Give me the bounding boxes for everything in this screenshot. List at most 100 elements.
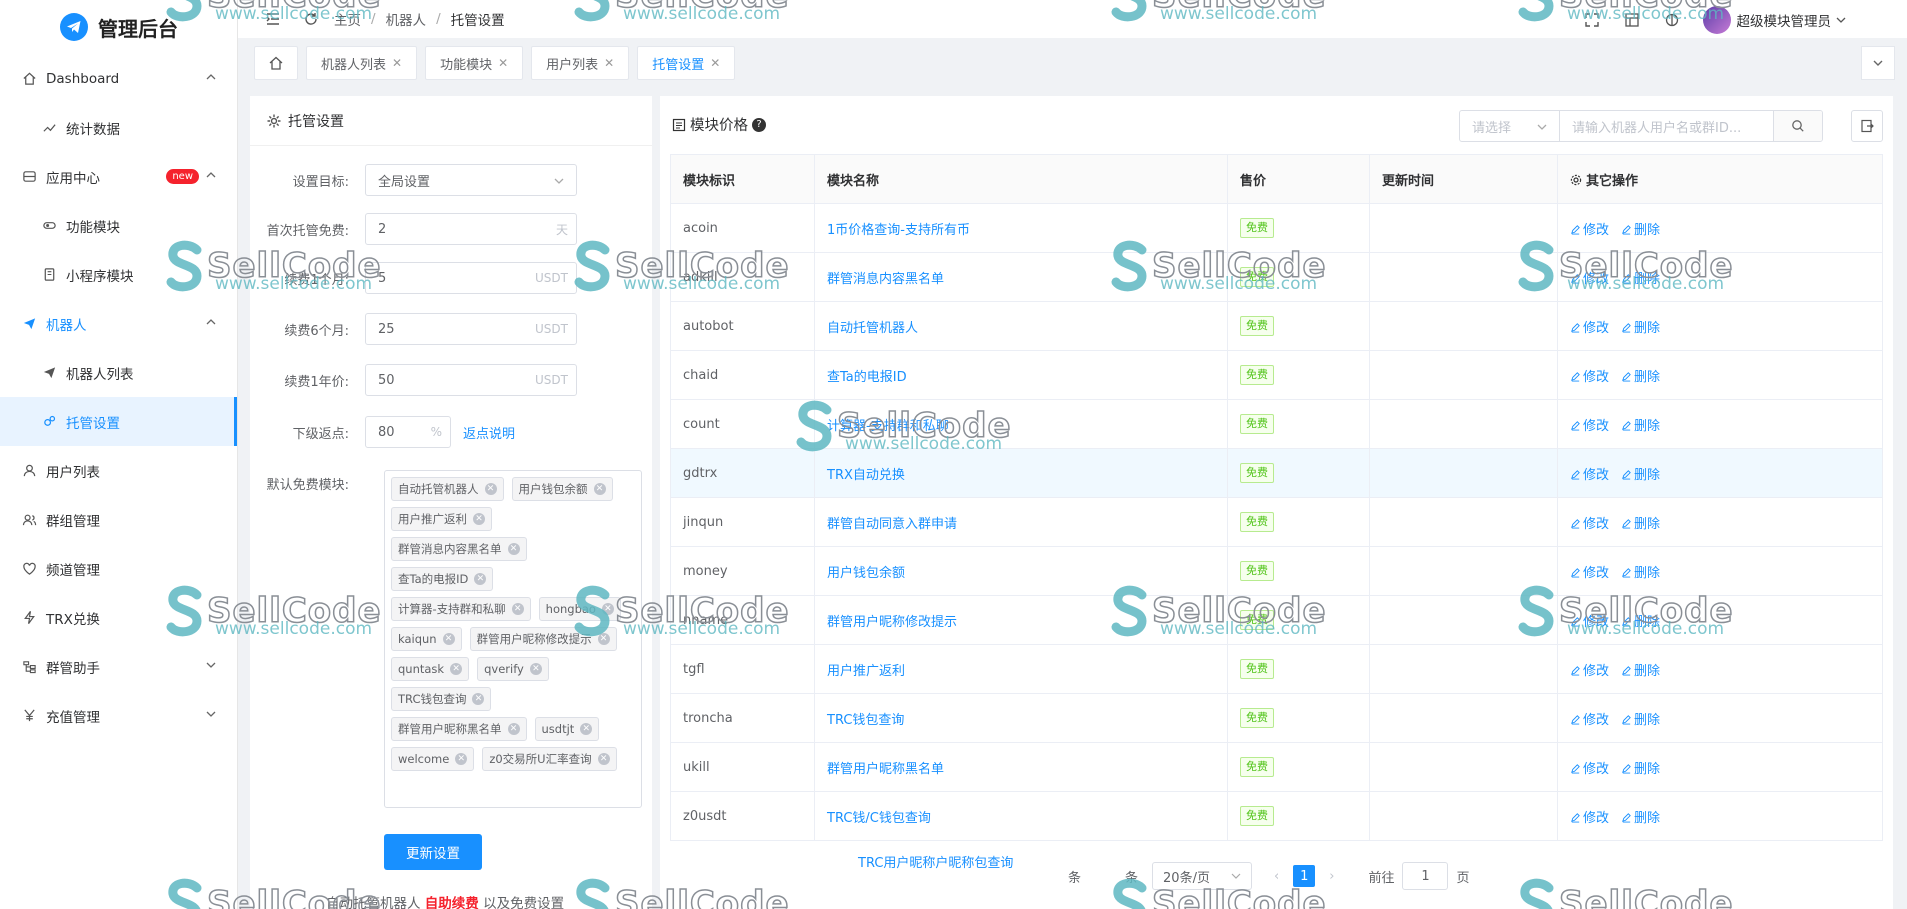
delete-button[interactable]: 删除 <box>1621 762 1660 777</box>
edit-button[interactable]: 修改 <box>1570 566 1609 581</box>
rebate-input[interactable]: 80 % <box>365 416 451 448</box>
tag-remove-icon[interactable]: ✕ <box>597 753 610 765</box>
theme-icon[interactable] <box>1663 11 1681 29</box>
delete-button[interactable]: 删除 <box>1621 566 1660 581</box>
edit-button[interactable]: 修改 <box>1570 517 1609 532</box>
delete-button[interactable]: 删除 <box>1621 468 1660 483</box>
module-name-link[interactable]: 群管自动同意入群申请 <box>827 517 957 532</box>
tag-remove-icon[interactable]: ✕ <box>507 543 520 555</box>
tag-remove-icon[interactable]: ✕ <box>450 663 463 675</box>
module-name-link[interactable]: 自动托管机器人 <box>827 321 918 336</box>
tag-remove-icon[interactable]: ✕ <box>511 603 524 615</box>
refresh-icon[interactable] <box>302 10 320 28</box>
tag-remove-icon[interactable]: ✕ <box>593 483 606 495</box>
edit-button[interactable]: 修改 <box>1570 370 1609 385</box>
sidebar-item-4[interactable]: 小程序模块 <box>0 250 237 299</box>
sidebar-item-11[interactable]: TRX兑换 <box>0 593 237 642</box>
module-name-link[interactable]: 查Ta的电报ID <box>827 370 907 385</box>
layout-icon[interactable] <box>1623 11 1641 29</box>
sidebar-item-8[interactable]: 用户列表 <box>0 446 237 495</box>
target-select[interactable]: 全局设置 <box>365 164 577 196</box>
rebate-help-link[interactable]: 返点说明 <box>463 423 515 442</box>
delete-button[interactable]: 删除 <box>1621 321 1660 336</box>
module-name-link[interactable]: 用户推广返利 <box>827 664 905 679</box>
tag-remove-icon[interactable]: ✕ <box>580 723 593 735</box>
tag-remove-icon[interactable]: ✕ <box>529 663 542 675</box>
renew-1y-input[interactable]: 50 USDT <box>365 364 577 396</box>
delete-button[interactable]: 删除 <box>1621 223 1660 238</box>
goto-input[interactable]: 1 <box>1402 862 1449 890</box>
tab-home[interactable] <box>254 46 298 80</box>
sidebar-item-2[interactable]: 应用中心 new <box>0 152 237 201</box>
edit-button[interactable]: 修改 <box>1570 811 1609 826</box>
sidebar-item-1[interactable]: 统计数据 <box>0 103 237 152</box>
page-size-select[interactable]: 20条/页 <box>1152 862 1253 890</box>
free-modules-multiselect[interactable]: 自动托管机器人 ✕ 用户钱包余额 ✕ 用户推广返利 ✕ 群管消息内容黑名单 ✕ 查Ta的电报ID… <box>384 470 642 808</box>
close-icon[interactable]: ✕ <box>604 56 614 70</box>
edit-button[interactable]: 修改 <box>1570 762 1609 777</box>
chevron-down-icon[interactable] <box>1835 11 1847 29</box>
tag-remove-icon[interactable]: ✕ <box>442 633 455 645</box>
tabs-dropdown-button[interactable] <box>1861 46 1895 80</box>
avatar[interactable] <box>1702 6 1731 34</box>
menu-fold-icon[interactable] <box>264 10 282 28</box>
update-settings-button[interactable]: 更新设置 <box>384 834 482 870</box>
close-icon[interactable]: ✕ <box>392 56 402 70</box>
close-icon[interactable]: ✕ <box>498 56 508 70</box>
module-name-link[interactable]: TRX自动兑换 <box>827 468 905 483</box>
tab-function-module[interactable]: 功能模块 ✕ <box>425 46 524 80</box>
breadcrumb-home[interactable]: 主页 <box>334 9 361 29</box>
tag-remove-icon[interactable]: ✕ <box>473 513 485 525</box>
tag-remove-icon[interactable]: ✕ <box>484 483 497 495</box>
fullscreen-icon[interactable] <box>1583 11 1601 29</box>
edit-button[interactable]: 修改 <box>1570 713 1609 728</box>
export-button[interactable] <box>1851 110 1883 142</box>
username[interactable]: 超级模块管理员 <box>1737 10 1832 30</box>
tab-hosting-settings[interactable]: 托管设置 ✕ <box>637 46 736 80</box>
sidebar-item-9[interactable]: 群组管理 <box>0 495 237 544</box>
breadcrumb-robot[interactable]: 机器人 <box>386 9 427 29</box>
tag-remove-icon[interactable]: ✕ <box>474 573 487 585</box>
tab-robot-list[interactable]: 机器人列表 ✕ <box>306 46 418 80</box>
delete-button[interactable]: 删除 <box>1621 272 1660 287</box>
first-free-input[interactable]: 2 天 <box>365 213 577 245</box>
delete-button[interactable]: 删除 <box>1621 615 1660 630</box>
tab-user-list[interactable]: 用户列表 ✕ <box>531 46 630 80</box>
search-input[interactable]: 请输入机器人用户名或群ID... <box>1560 111 1774 141</box>
sidebar-item-13[interactable]: 充值管理 <box>0 691 237 740</box>
sidebar-item-5[interactable]: 机器人 <box>0 299 237 348</box>
sidebar-item-12[interactable]: 群管助手 <box>0 642 237 691</box>
overflow-link[interactable]: TRC用户昵称户昵称包查询 <box>858 852 1013 871</box>
renew-1m-input[interactable]: 5 USDT <box>365 262 577 294</box>
filter-select[interactable]: 请选择 <box>1460 111 1560 141</box>
module-name-link[interactable]: 群管用户昵称修改提示 <box>827 615 957 630</box>
delete-button[interactable]: 删除 <box>1621 713 1660 728</box>
module-name-link[interactable]: 群管用户昵称黑名单 <box>827 762 944 777</box>
delete-button[interactable]: 删除 <box>1621 664 1660 679</box>
sidebar-item-3[interactable]: 功能模块 <box>0 201 237 250</box>
tag-remove-icon[interactable]: ✕ <box>597 633 610 645</box>
edit-button[interactable]: 修改 <box>1570 223 1609 238</box>
tag-remove-icon[interactable]: ✕ <box>507 723 520 735</box>
logo[interactable]: 管理后台 <box>0 0 237 54</box>
delete-button[interactable]: 删除 <box>1621 419 1660 434</box>
close-icon[interactable]: ✕ <box>710 56 720 70</box>
sidebar-item-10[interactable]: 频道管理 <box>0 544 237 593</box>
module-name-link[interactable]: 1币价格查询-支持所有币 <box>827 223 970 238</box>
prev-page-icon[interactable]: ‹ <box>1274 869 1279 884</box>
module-name-link[interactable]: TRC钱包查询 <box>827 713 904 728</box>
tag-remove-icon[interactable]: ✕ <box>472 693 485 705</box>
next-page-icon[interactable]: › <box>1329 869 1334 884</box>
module-name-link[interactable]: 计算器-支持群和私聊 <box>827 419 949 434</box>
sidebar-item-7[interactable]: 托管设置 <box>0 397 237 446</box>
edit-button[interactable]: 修改 <box>1570 272 1609 287</box>
sidebar-item-6[interactable]: 机器人列表 <box>0 348 237 397</box>
edit-button[interactable]: 修改 <box>1570 468 1609 483</box>
search-button[interactable] <box>1774 111 1822 141</box>
edit-button[interactable]: 修改 <box>1570 615 1609 630</box>
module-name-link[interactable]: TRC钱/C钱包查询 <box>827 811 931 826</box>
edit-button[interactable]: 修改 <box>1570 419 1609 434</box>
page-1-button[interactable]: 1 <box>1293 865 1316 887</box>
renew-6m-input[interactable]: 25 USDT <box>365 313 577 345</box>
help-icon[interactable]: ? <box>752 117 766 132</box>
